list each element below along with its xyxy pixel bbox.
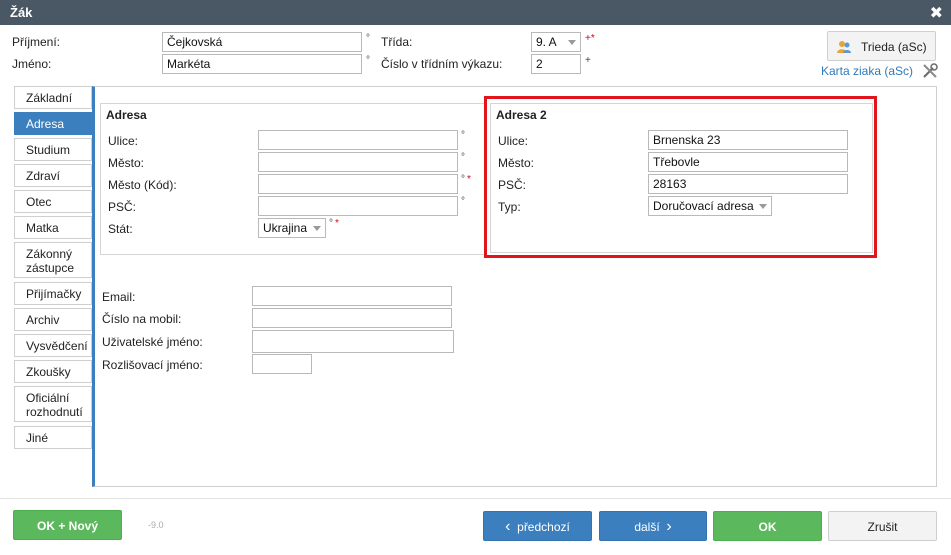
address-city-input[interactable] [258,152,458,172]
tab-jine[interactable]: Jiné [14,426,92,449]
address-title: Adresa [106,108,147,122]
address-country-mark: ° [329,218,333,229]
class-select[interactable]: 9. A [531,32,581,52]
distinct-name-label: Rozlišovací jméno: [102,358,203,372]
address-street-mark: ° [461,130,465,141]
tab-vysvedceni[interactable]: Vysvědčení [14,334,92,357]
address-zip-mark: ° [461,196,465,207]
address-country-label: Stát: [108,222,133,236]
tab-adresa[interactable]: Adresa [14,112,92,135]
report-number-mark: + [585,55,591,66]
mobile-input[interactable] [252,308,452,328]
class-label: Třída: [381,35,413,49]
tab-otec[interactable]: Otec [14,190,92,213]
chevron-left-icon: ‹ [505,518,511,535]
address-zip-label: PSČ: [108,200,137,214]
tab-studium[interactable]: Studium [14,138,92,161]
address-country-value: Ukrajina [263,221,308,235]
trieda-button[interactable]: Trieda (aSc) [827,31,936,61]
chevron-down-icon [568,40,576,45]
window-titlebar: Žák ✖ [0,0,951,25]
tab-zakonny-zastupce[interactable]: Zákonný zástupce [14,242,92,278]
tools-icon[interactable] [921,62,939,80]
window-title: Žák [10,5,33,20]
ok-new-button[interactable]: OK + Nový [13,510,122,540]
cancel-button[interactable]: Zrušit [828,511,937,541]
chevron-down-icon [313,226,321,231]
address-street-label: Ulice: [108,134,139,148]
tab-archiv[interactable]: Archiv [14,308,92,331]
previous-button-label: předchozí [517,520,570,534]
username-input[interactable] [252,330,454,353]
report-number-label: Číslo v třídním výkazu: [381,57,503,71]
next-button[interactable]: další › [599,511,707,541]
email-label: Email: [102,290,136,304]
address-city-code-input[interactable] [258,174,458,194]
address-city-code-required: * [467,174,471,185]
next-button-label: další [634,520,660,534]
address-country-select[interactable]: Ukrajina [258,218,326,238]
version-text: -9.0 [148,520,164,530]
class-value: 9. A [536,35,557,49]
tab-oficialni-rozhodnuti[interactable]: Oficiální rozhodnutí [14,386,92,422]
close-icon[interactable]: ✖ [930,3,943,23]
address-city-code-mark: ° [461,174,465,185]
username-label: Uživatelské jméno: [102,335,203,349]
distinct-name-input[interactable] [252,354,312,374]
report-number-input[interactable] [531,54,581,74]
surname-label: Příjmení: [12,35,61,49]
email-input[interactable] [252,286,452,306]
chevron-right-icon: › [666,518,672,535]
address-city-mark: ° [461,152,465,163]
ok-button[interactable]: OK [713,511,822,541]
class-marks: +* [585,33,595,44]
user-group-icon [837,41,851,53]
tab-zdravi[interactable]: Zdraví [14,164,92,187]
address-street-input[interactable] [258,130,458,150]
surname-mark: ° [366,33,370,44]
address-zip-input[interactable] [258,196,458,216]
tab-matka[interactable]: Matka [14,216,92,239]
address-city-label: Město: [108,156,145,170]
mobile-label: Číslo na mobil: [102,312,182,326]
trieda-button-label: Trieda (aSc) [861,40,927,54]
tab-zakladni[interactable]: Základní [14,86,92,109]
highlight-box [484,96,877,258]
firstname-label: Jméno: [12,57,52,71]
firstname-mark: ° [366,55,370,66]
previous-button[interactable]: ‹ předchozí [483,511,592,541]
tab-prijimacky[interactable]: Přijímačky [14,282,92,305]
karta-ziaka-link[interactable]: Karta ziaka (aSc) [821,64,913,78]
address-city-code-label: Město (Kód): [108,178,177,192]
surname-input[interactable] [162,32,362,52]
tab-zkousky[interactable]: Zkoušky [14,360,92,383]
firstname-input[interactable] [162,54,362,74]
address-country-required: * [335,218,339,229]
